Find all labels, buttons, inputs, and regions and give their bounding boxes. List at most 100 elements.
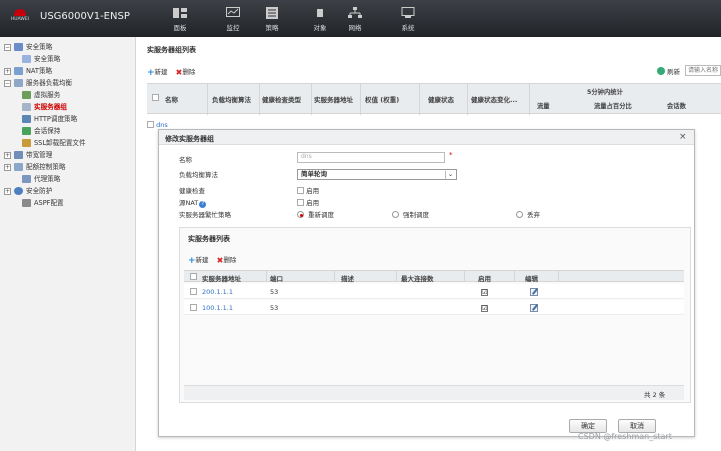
new-server-button[interactable]: +新建	[188, 254, 209, 266]
column-header: 实服务器地址	[202, 275, 241, 283]
radio-label: 重新调度	[308, 211, 334, 219]
virtual-service-icon	[22, 91, 31, 99]
folder-icon	[14, 43, 23, 51]
sidebar-item-quota[interactable]: + 配额控制策略	[4, 162, 66, 173]
collapse-icon[interactable]: −	[4, 79, 11, 87]
busy-radio-drop[interactable]: 丢弃	[516, 209, 540, 219]
system-icon	[401, 7, 415, 18]
list-toolbar: +新建 ✖删除	[147, 66, 201, 78]
health-check-label: 健康检查	[179, 187, 205, 195]
table-row[interactable]: 200.1.1.1 53 ☑	[184, 284, 684, 299]
column-header: 描述	[341, 275, 354, 283]
sidebar-item-virtual-service[interactable]: 虚拟服务	[22, 90, 60, 101]
sidebar-item-http-policy[interactable]: HTTP调度策略	[22, 114, 77, 125]
busy-radio-reschedule[interactable]: 重新调度	[297, 209, 334, 219]
snat-checkbox[interactable]: 启用	[297, 197, 319, 207]
name-field[interactable]: dns	[297, 152, 445, 163]
nav-policy[interactable]: 策略	[252, 3, 292, 37]
watermark-text: CSDN @freshman_start	[578, 432, 672, 441]
server-group-icon	[22, 103, 31, 111]
busy-radio-force[interactable]: 强制调度	[392, 209, 429, 219]
object-icon	[317, 9, 323, 17]
expand-icon[interactable]: +	[4, 187, 11, 195]
nav-dashboard[interactable]: 面板	[160, 3, 200, 37]
policy-icon	[22, 55, 31, 63]
sidebar-item-label: ASPF配置	[34, 199, 64, 207]
sidebar-item-nat-policy[interactable]: + NAT策略	[4, 66, 52, 77]
column-header: 名称	[165, 96, 178, 104]
sidebar-item-security-policy-group[interactable]: − 安全策略	[4, 42, 52, 53]
sidebar-item-aspf[interactable]: ASPF配置	[22, 198, 64, 209]
search-input[interactable]	[685, 65, 721, 76]
refresh-button[interactable]: 刷新	[657, 66, 680, 76]
dialog-title: 修改实服务器组	[165, 135, 214, 143]
top-bar: HUAWEI USG6000V1-ENSP 面板 监控 策略 对象 网络 系统	[0, 0, 721, 37]
policy-icon	[266, 7, 278, 19]
new-button[interactable]: +新建	[147, 66, 168, 78]
radio-label: 丢弃	[527, 211, 540, 219]
nav-label: 面板	[173, 24, 187, 32]
sidebar-item-ssl-offload[interactable]: SSL卸载配置文件	[22, 138, 86, 149]
nav-label: 策略	[265, 24, 279, 32]
plus-icon: +	[147, 68, 155, 78]
sidebar-item-label: NAT策略	[26, 67, 53, 75]
sidebar-item-security-policy[interactable]: 安全策略	[22, 54, 60, 65]
nav-system[interactable]: 系统	[388, 3, 428, 37]
column-header: 健康状态	[428, 96, 454, 104]
collapse-icon[interactable]: −	[4, 43, 11, 51]
sidebar-item-label: 虚拟服务	[34, 91, 61, 99]
column-header: 负载均衡算法	[212, 96, 251, 104]
ok-button[interactable]: 确定	[569, 419, 607, 433]
busy-policy-label: 实服务器繁忙策略	[179, 211, 231, 219]
ssl-icon	[22, 139, 31, 147]
row-name[interactable]: dns	[156, 121, 168, 129]
sidebar-item-proxy-policy[interactable]: 代理策略	[22, 174, 60, 185]
server-address[interactable]: 200.1.1.1	[202, 288, 233, 296]
table-footer: 共 2 条	[184, 385, 684, 400]
server-address[interactable]: 100.1.1.1	[202, 304, 233, 312]
chevron-down-icon[interactable]: ⌄	[445, 171, 455, 179]
sidebar-item-server-lb[interactable]: − 服务器负载均衡	[4, 78, 72, 89]
sidebar-item-session-persistence[interactable]: 会话保持	[22, 126, 60, 137]
network-icon	[348, 7, 362, 18]
row-checkbox[interactable]	[190, 288, 197, 296]
expand-icon[interactable]: +	[4, 151, 11, 159]
column-header: 端口	[270, 275, 283, 283]
algorithm-label: 负载均衡算法	[179, 171, 218, 179]
algorithm-value: 简单轮询	[301, 170, 327, 178]
help-icon[interactable]: ?	[199, 201, 207, 208]
enabled-checkbox[interactable]: ☑	[481, 288, 488, 296]
total-count: 共 2 条	[644, 391, 666, 399]
select-all-checkbox[interactable]	[152, 94, 159, 102]
table-row[interactable]: dns	[147, 121, 168, 129]
nav-object[interactable]: 对象	[300, 3, 340, 37]
close-icon[interactable]: ×	[679, 132, 687, 142]
sidebar-item-label: SSL卸载配置文件	[34, 139, 86, 147]
health-check-checkbox[interactable]: 启用	[297, 185, 319, 195]
edit-icon[interactable]	[530, 304, 538, 314]
nav-monitor[interactable]: 监控	[213, 3, 253, 37]
table-row[interactable]: 100.1.1.1 53 ☑	[184, 300, 684, 315]
snat-label: 源NAT?	[179, 197, 207, 208]
sidebar-item-real-server-group[interactable]: 实服务器组	[22, 102, 67, 113]
sidebar-item-security-protection[interactable]: + 安全防护	[4, 186, 52, 197]
enabled-check: ☑	[481, 289, 488, 296]
enabled-checkbox[interactable]: ☑	[481, 304, 488, 312]
dashboard-icon	[173, 8, 187, 18]
sidebar-item-bandwidth[interactable]: + 带宽管理	[4, 150, 52, 161]
expand-icon[interactable]: +	[4, 67, 11, 75]
edit-icon[interactable]	[530, 288, 538, 298]
row-checkbox[interactable]	[190, 304, 197, 312]
select-all-checkbox[interactable]	[190, 273, 197, 281]
row-checkbox[interactable]	[147, 121, 154, 128]
delete-button[interactable]: ✖删除	[176, 66, 196, 77]
sidebar-tree: − 安全策略 安全策略 + NAT策略 − 服务器负载均衡 虚拟服务 实服务器组 HT…	[0, 37, 136, 451]
delete-label: 删除	[182, 68, 196, 76]
algorithm-select[interactable]: 简单轮询 ⌄	[297, 169, 457, 180]
brand-label: HUAWEI	[10, 17, 30, 22]
delete-server-button[interactable]: ✖删除	[217, 254, 237, 265]
nav-network[interactable]: 网络	[335, 3, 375, 37]
expand-icon[interactable]: +	[4, 163, 11, 171]
quota-icon	[14, 163, 23, 171]
cancel-button[interactable]: 取消	[618, 419, 656, 433]
